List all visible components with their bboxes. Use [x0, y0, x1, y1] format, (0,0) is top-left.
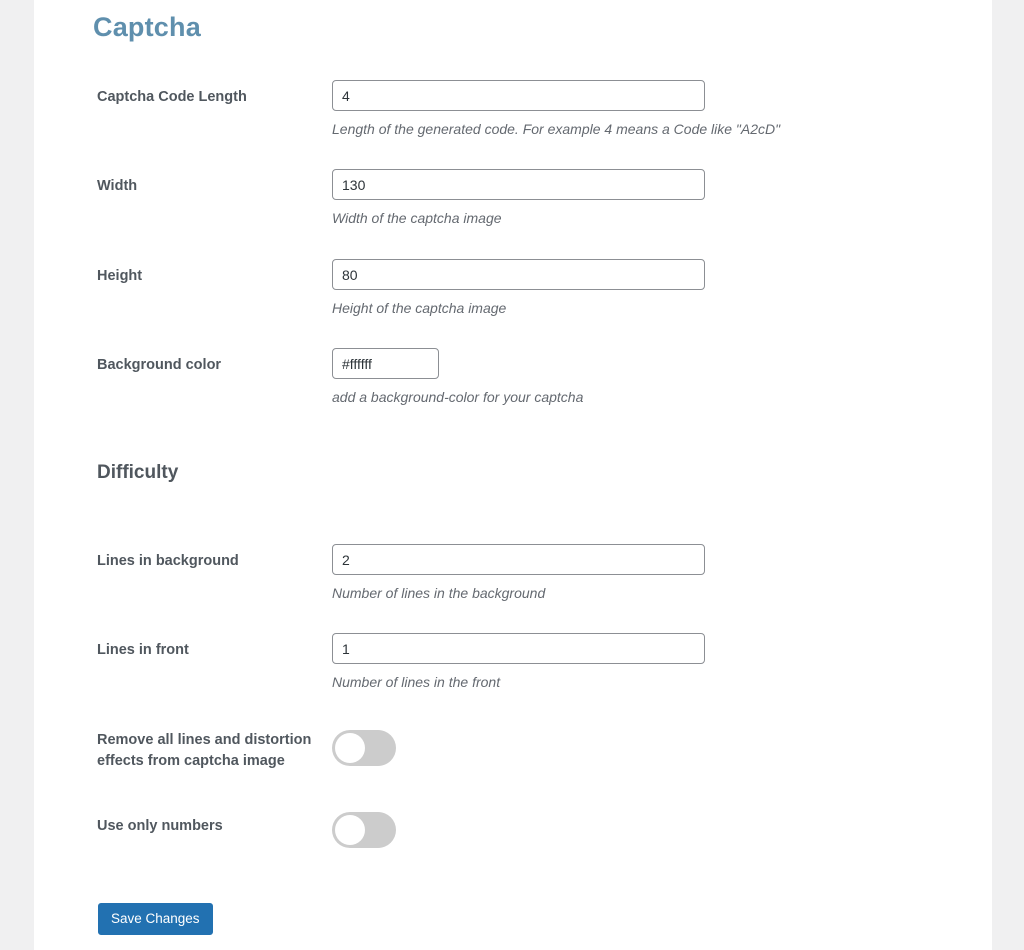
- height-description: Height of the captcha image: [332, 300, 507, 316]
- height-label: Height: [97, 268, 143, 284]
- height-input[interactable]: [332, 259, 705, 290]
- save-changes-button[interactable]: Save Changes: [98, 903, 213, 935]
- only-numbers-label: Use only numbers: [97, 818, 223, 834]
- only-numbers-toggle[interactable]: [332, 812, 396, 848]
- remove-distortion-label: Remove all lines and distortion effects …: [97, 732, 312, 769]
- toggle-knob: [335, 815, 365, 845]
- lines-front-input[interactable]: [332, 633, 705, 664]
- difficulty-heading: Difficulty: [97, 462, 179, 483]
- lines-front-label: Lines in front: [97, 642, 189, 658]
- remove-distortion-toggle[interactable]: [332, 730, 396, 766]
- code-length-description: Length of the generated code. For exampl…: [332, 121, 781, 137]
- width-input[interactable]: [332, 169, 705, 200]
- lines-background-input[interactable]: [332, 544, 705, 575]
- lines-front-description: Number of lines in the front: [332, 674, 501, 690]
- lines-background-description: Number of lines in the background: [332, 585, 546, 601]
- width-label: Width: [97, 178, 138, 194]
- code-length-input[interactable]: [332, 80, 705, 111]
- background-color-label: Background color: [97, 357, 222, 373]
- background-color-input[interactable]: [332, 348, 439, 379]
- background-color-description: add a background-color for your captcha: [332, 389, 584, 405]
- width-description: Width of the captcha image: [332, 210, 502, 226]
- page-title: Captcha: [93, 12, 201, 42]
- lines-background-label: Lines in background: [97, 553, 239, 569]
- code-length-label: Captcha Code Length: [97, 89, 247, 105]
- toggle-knob: [335, 733, 365, 763]
